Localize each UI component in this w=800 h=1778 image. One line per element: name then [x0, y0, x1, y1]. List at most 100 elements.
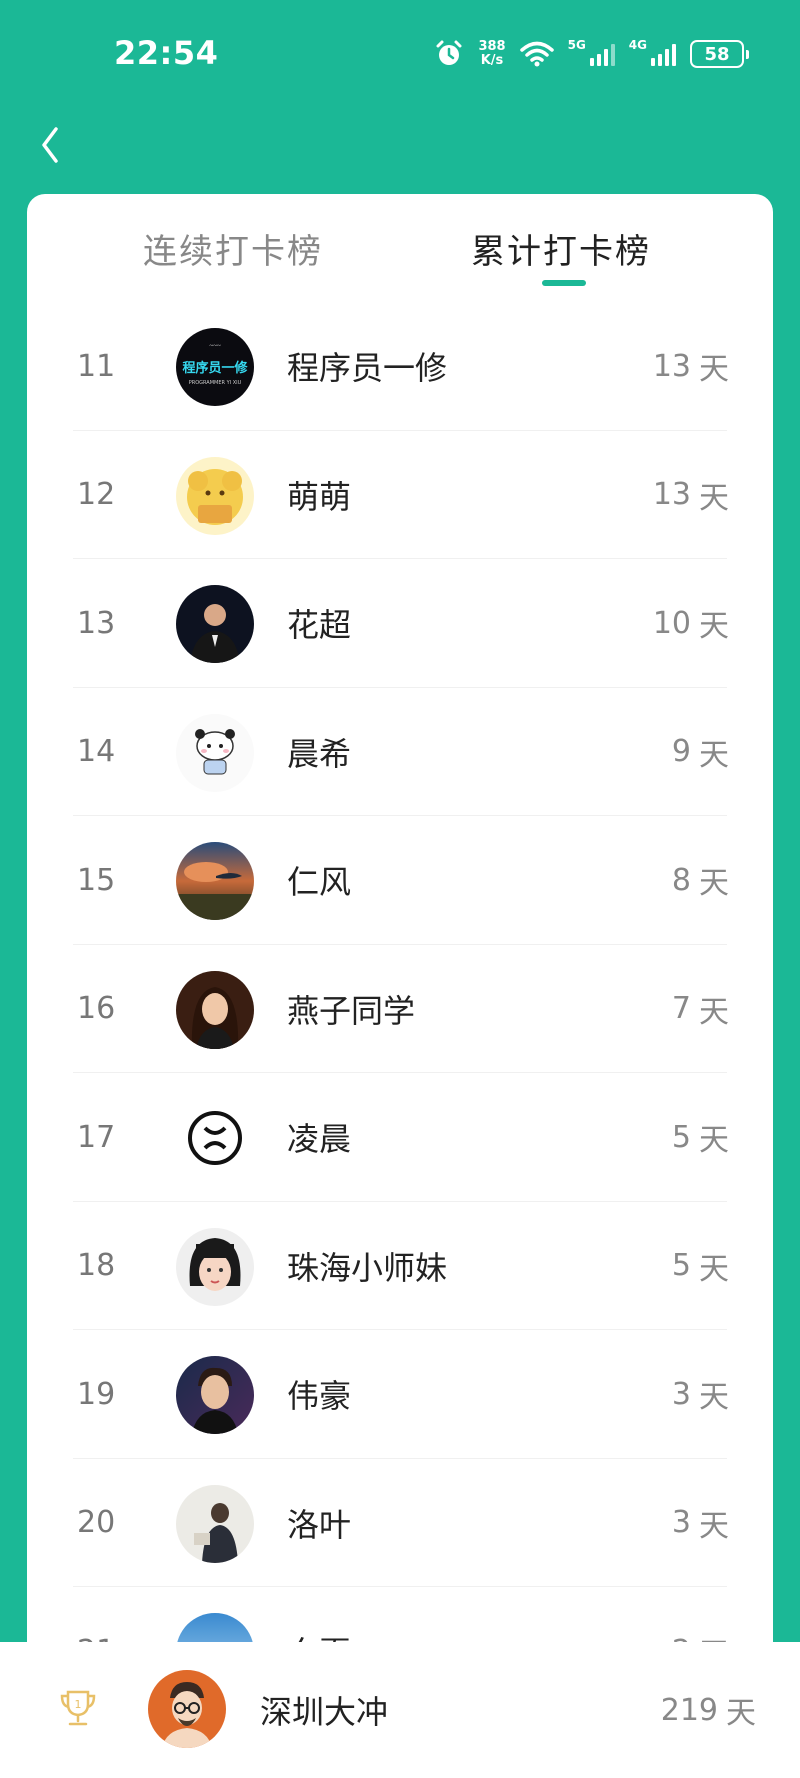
list-item[interactable]: 12 萌萌 13 天: [27, 431, 773, 560]
avatar: [176, 713, 254, 792]
days-value: 9: [671, 734, 691, 770]
rank-number: 18: [77, 1248, 116, 1284]
days-unit: 天: [699, 352, 729, 388]
user-name: 燕子同学: [287, 991, 416, 1030]
chevron-left-icon: [42, 127, 58, 163]
speed-unit: K/s: [480, 53, 504, 68]
avatar: [176, 456, 254, 535]
user-name: 花超: [287, 606, 352, 645]
battery-icon: 58: [690, 40, 749, 68]
rank-number: 12: [77, 477, 116, 513]
signal-icon-2: [651, 42, 676, 66]
days-unit: 天: [699, 480, 729, 516]
list-item[interactable]: 15 仁风 8天: [27, 816, 773, 945]
network-type-1: 5G: [567, 38, 586, 52]
rank-number: 20: [77, 1505, 116, 1541]
user-name: 凌晨: [287, 1120, 352, 1159]
avatar-logo-subtext: PROGRAMMER YI XIU: [189, 380, 242, 386]
rank-number: 11: [77, 348, 116, 384]
avatar: [176, 970, 254, 1049]
list-item[interactable]: 19 伟豪 3天: [27, 1330, 773, 1459]
leaderboard-card: 连续打卡榜 累计打卡榜 11 ~~~ 程序员一修 PROGRAMMER YI X…: [27, 194, 773, 1694]
avatar: [176, 585, 254, 663]
checkin-days: 13 天: [653, 302, 729, 431]
list-item[interactable]: 11 ~~~ 程序员一修 PROGRAMMER YI XIU 程序员一修 13 天: [27, 302, 773, 431]
status-icons: 388 K/s 5G 4G 58: [434, 36, 749, 72]
avatar: [176, 1099, 254, 1177]
checkin-days: 9天: [672, 688, 729, 817]
network-type-2: 4G: [628, 38, 647, 52]
days-value: 219: [660, 1692, 718, 1728]
user-name: 晨希: [287, 734, 352, 773]
avatar: [176, 1227, 254, 1306]
user-name: 洛叶: [287, 1505, 352, 1544]
status-bar: 22:54 388 K/s 5G 4G 58: [0, 0, 800, 108]
my-ranking-bar[interactable]: 1 深圳大冲 219 天: [0, 1642, 800, 1778]
days-unit: 天: [699, 1251, 729, 1287]
list-item[interactable]: 20 洛叶 3天: [27, 1459, 773, 1588]
status-time: 22:54: [114, 34, 219, 72]
signal-icon: [589, 42, 615, 66]
days-value: 3: [671, 1505, 691, 1541]
list-item[interactable]: 14 晨希 9天: [27, 688, 773, 817]
tab-bar: 连续打卡榜 累计打卡榜: [27, 194, 773, 294]
days-unit: 天: [699, 994, 729, 1030]
rank-number: 17: [77, 1119, 116, 1155]
rank-number: 16: [77, 991, 116, 1027]
days-unit: 天: [726, 1696, 756, 1731]
days-value: 13: [652, 477, 691, 513]
days-unit: 天: [699, 737, 729, 773]
checkin-days: 7天: [672, 945, 729, 1074]
days-unit: 天: [699, 609, 729, 645]
days-unit: 天: [699, 1508, 729, 1544]
my-checkin-days: 219 天: [661, 1642, 756, 1778]
rank-number: 14: [77, 734, 116, 770]
days-unit: 天: [699, 1123, 729, 1159]
my-name: 深圳大冲: [260, 1693, 389, 1731]
my-avatar: [148, 1670, 226, 1748]
rank-number: 13: [77, 605, 116, 641]
user-name: 程序员一修: [287, 349, 448, 388]
checkin-days: 3天: [672, 1330, 729, 1459]
user-name: 仁风: [287, 863, 352, 902]
avatar: ~~~ 程序员一修 PROGRAMMER YI XIU: [176, 328, 254, 406]
trophy-icon: 1: [60, 1690, 96, 1726]
user-name: 珠海小师妹: [287, 1248, 448, 1287]
avatar: [176, 842, 254, 920]
avatar: [176, 1356, 254, 1434]
user-name: 伟豪: [287, 1377, 352, 1416]
rank-number: 15: [77, 862, 116, 898]
list-item[interactable]: 16 燕子同学 7天: [27, 945, 773, 1074]
checkin-days: 3天: [672, 1459, 729, 1588]
checkin-days: 10 天: [653, 559, 729, 688]
checkin-days: 5天: [672, 1073, 729, 1202]
wifi-icon: [519, 41, 554, 67]
rank-number: 19: [77, 1376, 116, 1412]
checkin-days: 8天: [672, 816, 729, 945]
days-unit: 天: [699, 866, 729, 902]
trophy-rank: 1: [75, 1698, 82, 1711]
days-value: 8: [671, 862, 691, 898]
checkin-days: 5天: [672, 1202, 729, 1331]
network-speed: 388 K/s: [478, 40, 505, 68]
tab-active-indicator: [542, 280, 586, 286]
days-value: 5: [671, 1119, 691, 1155]
tab-cumulative[interactable]: 累计打卡榜: [471, 224, 651, 273]
days-value: 5: [671, 1248, 691, 1284]
avatar-logo-text: 程序员一修: [182, 360, 248, 376]
back-button[interactable]: [30, 120, 70, 170]
user-name: 萌萌: [287, 477, 352, 516]
leaderboard-list: 11 ~~~ 程序员一修 PROGRAMMER YI XIU 程序员一修 13 天…: [27, 302, 773, 1694]
speed-value: 388: [478, 39, 506, 54]
avatar: [176, 1484, 254, 1563]
days-value: 3: [671, 1376, 691, 1412]
list-item[interactable]: 13 花超 10 天: [27, 559, 773, 688]
alarm-icon: [436, 40, 462, 65]
svg-text:~~~: ~~~: [209, 342, 221, 350]
checkin-days: 13 天: [653, 431, 729, 560]
days-unit: 天: [699, 1380, 729, 1416]
list-item[interactable]: 18 珠海小师妹 5天: [27, 1202, 773, 1331]
tab-consecutive[interactable]: 连续打卡榜: [143, 224, 323, 273]
days-value: 13: [652, 348, 691, 384]
list-item[interactable]: 17 凌晨 5天: [27, 1073, 773, 1202]
